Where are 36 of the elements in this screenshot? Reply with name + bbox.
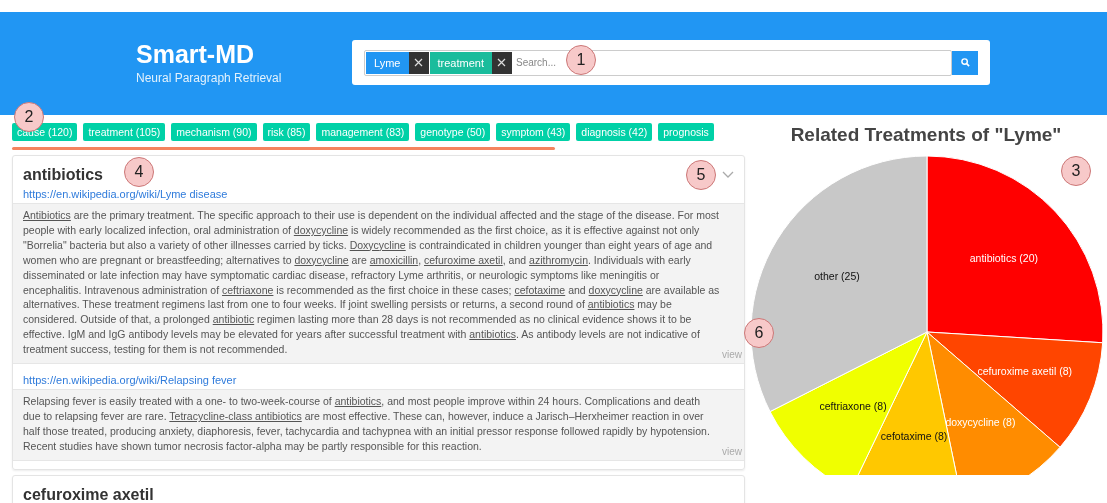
- chart-title: Related Treatments of "Lyme": [790, 124, 1062, 146]
- close-icon[interactable]: [491, 51, 512, 74]
- slice-label: ceftriaxone (8): [819, 400, 887, 413]
- callout-marker: 4: [124, 157, 154, 187]
- term-link[interactable]: Tetracycline-class antibiotics: [169, 409, 302, 422]
- search-tag: Lyme: [366, 51, 409, 74]
- slice-label: cefuroxime axetil (8): [977, 364, 1072, 377]
- logo: Smart-MD: [136, 40, 255, 69]
- search-tag: treatment: [429, 51, 492, 74]
- search-icon: [960, 58, 970, 67]
- term-link[interactable]: azithromycin: [529, 253, 588, 266]
- source-link[interactable]: https://en.wikipedia.org/wiki/Relapsing fever: [13, 370, 744, 390]
- slice-label: cefotaxime (8): [880, 429, 947, 442]
- search-button[interactable]: [952, 50, 978, 75]
- term-link[interactable]: doxycycline: [588, 283, 643, 296]
- subtitle: Neural Paragraph Retrieval: [136, 71, 282, 85]
- term-link[interactable]: ceftriaxone: [222, 283, 274, 296]
- term-link[interactable]: antibiotics: [469, 328, 516, 341]
- term-link[interactable]: Antibiotics: [23, 209, 71, 221]
- result-title: antibiotics: [23, 166, 103, 184]
- callout-marker: 3: [1061, 156, 1091, 186]
- term-link[interactable]: cefuroxime axetil: [424, 253, 503, 266]
- term-link[interactable]: antibiotics: [587, 298, 635, 311]
- slice-label: other (25): [813, 269, 860, 282]
- slice-label: antibiotics (20): [969, 252, 1038, 265]
- term-link[interactable]: doxycycline: [293, 223, 349, 236]
- term-link[interactable]: doxycycline: [294, 253, 349, 266]
- slice-label: doxycycline (8): [944, 415, 1015, 428]
- term-link[interactable]: cefotaxime: [514, 283, 566, 296]
- callout-marker: 5: [686, 160, 716, 190]
- close-icon[interactable]: [408, 51, 429, 74]
- term-link[interactable]: Doxycycline: [349, 238, 406, 251]
- paragraph: Antibiotics are the primary treatment. The specific approach to their use is dependent on the individual affected and the stage of the disease. For most people with early localized infection, oral administration of doxycycline is widely recommended as the first choice, as it is effective against not only "Borrelia" bacteria but also a variety of other illnesses carried by ticks. Doxycycline is contraindicated in children younger than eight years of age and women who are pregnant or breastfeeding; alternatives to doxycycline are amoxicillin, cefuroxime axetil, and azithromycin. Individuals with early disseminated or late infection may have symptomatic cardiac disease, refractory Lyme arthritis, or neurologic symptoms like meningitis or encephalitis. Intravenous administration of ceftriaxone is recommended as the first choice in these cases; cefotaxime and doxycycline are available as alternatives. These treatment regimens last from one to four weeks. If joint swelling persists or returns, a second round of antibiotics may be considered. Outside of that, a prolonged antibiotic regimen lasting more than 28 days is not recommended as no clinical evidence shows it to be effective. IgM and IgG antibody levels may be elevated for years after successful treatment with antibiotics. As antibody levels are not indicative of treatment success, testing for them is not recommended.: [23, 208, 720, 358]
- paragraph: Relapsing fever is easily treated with a one- to two-week-course of antibiotics, and most people improve within 24 hours. Complications and death due to relapsing fever are rare. Tetracycline-class antibiotics are most effective. These can, however, induce a Jarisch–Herxheimer reaction in over half those treated, producing anxiety, diaphoresis, fever, tachycardia and tachypnea with an initial pressor response followed rapidly by hypotension. Recent studies have shown tumor necrosis factor-alpha may be partly responsible for this reaction.: [23, 394, 711, 454]
- result-title: cefuroxime axetil: [23, 485, 154, 503]
- term-link[interactable]: antibiotic: [212, 313, 255, 326]
